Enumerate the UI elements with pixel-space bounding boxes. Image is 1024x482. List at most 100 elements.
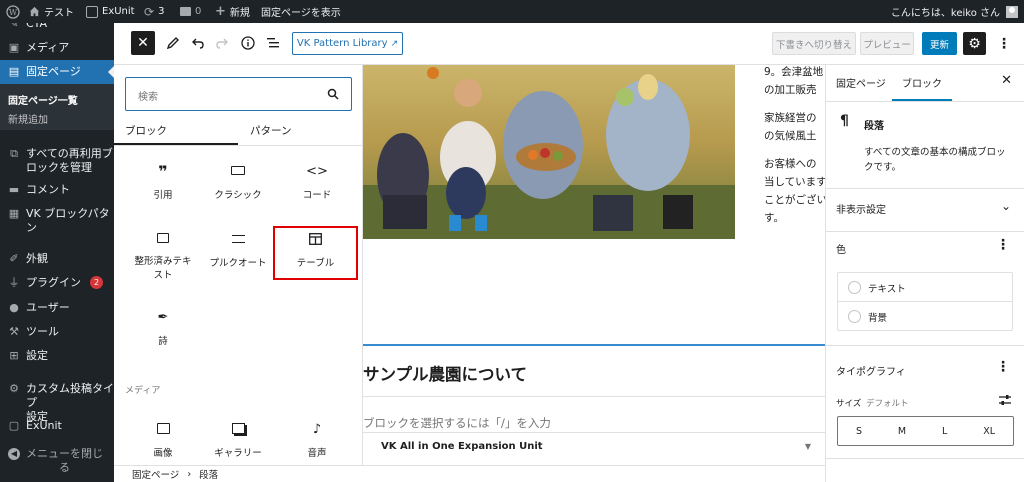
tab-block-settings[interactable]: ブロック bbox=[892, 65, 952, 101]
sidebar-item-pages[interactable]: ▤ 固定ページ bbox=[0, 60, 114, 84]
exunit-link[interactable]: ExUnit bbox=[86, 0, 135, 23]
sidebar-item-settings[interactable]: ⊞ 設定 bbox=[0, 349, 114, 363]
block-label: 詩 bbox=[158, 336, 168, 347]
hidden-settings-title: 非表示設定 bbox=[836, 205, 886, 216]
redo-button[interactable] bbox=[210, 31, 234, 55]
updates-count: 3 bbox=[158, 6, 165, 17]
sidebar-item-cta[interactable]: ✎ CTA bbox=[0, 23, 114, 35]
sidebar-item-users[interactable]: ● ユーザー bbox=[0, 301, 114, 315]
settings-toggle-button[interactable]: ⚙ bbox=[963, 32, 986, 55]
font-size-label: サイズ デフォルト bbox=[836, 397, 908, 409]
block-quote[interactable]: ❞ 引用 bbox=[123, 164, 203, 202]
comment-icon bbox=[180, 7, 191, 16]
sidebar-item-exunit[interactable]: ▢ ExUnit bbox=[0, 419, 114, 433]
sidebar-item-plugins[interactable]: ⏚ プラグイン 2 bbox=[0, 276, 114, 290]
size-option-xl[interactable]: XL bbox=[983, 426, 995, 437]
sidebar-item-custom-post[interactable]: ⚙ カスタム投稿タイプ 設定 bbox=[0, 382, 114, 423]
vk-pattern-library-button[interactable]: VK Pattern Library ↗ bbox=[292, 32, 403, 55]
switch-to-draft-button[interactable]: 下書きへ切り替え bbox=[772, 32, 856, 55]
paragraph-line: 当しています bbox=[764, 176, 825, 188]
block-label: ギャラリー bbox=[214, 448, 262, 459]
block-classic[interactable]: クラシック bbox=[198, 165, 278, 201]
update-button[interactable]: 更新 bbox=[922, 32, 957, 55]
list-view-button[interactable] bbox=[261, 31, 285, 55]
color-panel-title: 色 bbox=[836, 245, 846, 256]
greeting[interactable]: こんにちは、keiko さん bbox=[891, 0, 1000, 23]
sidebar-item-vk-patterns[interactable]: ▦ VK ブロックパタン bbox=[0, 207, 114, 235]
sidebar-item-media[interactable]: ▣ メディア bbox=[0, 39, 114, 59]
gear-icon: ⚙ bbox=[968, 35, 981, 52]
sidebar-item-appearance[interactable]: ✐ 外観 bbox=[0, 252, 114, 266]
undo-button[interactable] bbox=[186, 31, 210, 55]
greeting-label: こんにちは、keiko さん bbox=[890, 8, 1000, 19]
color-text-item[interactable]: テキスト bbox=[838, 273, 1012, 302]
details-button[interactable] bbox=[236, 31, 260, 55]
close-inserter-button[interactable]: ✕ bbox=[131, 31, 155, 55]
custom-size-button[interactable] bbox=[998, 393, 1012, 410]
view-page-link[interactable]: 固定ページを表示 bbox=[261, 0, 341, 23]
sidebar-item-label: 固定ページ bbox=[26, 65, 81, 78]
tab-page-settings[interactable]: 固定ページ bbox=[836, 75, 886, 90]
block-table[interactable]: テーブル bbox=[273, 226, 358, 280]
options-button[interactable]: ⋮ bbox=[992, 32, 1016, 55]
block-gallery[interactable]: ギャラリー bbox=[198, 423, 278, 459]
breadcrumb-item-paragraph[interactable]: 段落 bbox=[199, 467, 218, 481]
site-name-link[interactable]: テスト bbox=[29, 0, 74, 23]
block-label: 整形済みテキスト bbox=[134, 256, 192, 281]
submenu-add-new[interactable]: 新規追加 bbox=[8, 111, 48, 126]
block-appender[interactable]: ブロックを選択するには「/」を入力 bbox=[363, 415, 551, 431]
block-code[interactable]: <> コード bbox=[277, 165, 357, 202]
edit-tool-button[interactable] bbox=[161, 31, 185, 55]
media-category-heading: メディア bbox=[125, 386, 161, 396]
search-icon bbox=[327, 88, 339, 100]
block-search-input[interactable]: 検索 bbox=[125, 77, 352, 111]
new-content-link[interactable]: + 新規 bbox=[215, 0, 250, 23]
color-background-item[interactable]: 背景 bbox=[838, 302, 1012, 331]
block-preformatted[interactable]: 整形済みテキスト bbox=[123, 233, 203, 283]
updates-link[interactable]: ⟳ 3 bbox=[144, 0, 164, 23]
block-audio[interactable]: ♪ 音声 bbox=[277, 423, 357, 460]
vk-expansion-panel[interactable]: VK All in One Expansion Unit ▼ bbox=[363, 432, 825, 465]
size-option-s[interactable]: S bbox=[856, 426, 862, 437]
admin-bar: W テスト ExUnit ⟳ 3 0 + 新規 固定ページを表示 こんにちは、k… bbox=[0, 0, 1024, 23]
paragraph-right-column[interactable]: 9。会津盆地 の加工販売 家族経営の の気候風土 お客様への 当しています こと… bbox=[764, 65, 825, 227]
comments-link[interactable]: 0 bbox=[180, 0, 201, 23]
section-heading[interactable]: サンプル農園について bbox=[363, 361, 527, 385]
color-options-button[interactable]: ⋮ bbox=[996, 237, 1010, 253]
tab-patterns[interactable]: パターン bbox=[238, 119, 362, 145]
breadcrumb-item-page[interactable]: 固定ページ bbox=[132, 467, 179, 481]
block-pullquote[interactable]: プルクオート bbox=[198, 233, 278, 269]
block-label: 引用 bbox=[153, 190, 173, 201]
collapse-menu-button[interactable]: ◀ メニューを閉じる bbox=[0, 447, 114, 477]
sidebar-item-tools[interactable]: ⚒ ツール bbox=[0, 325, 114, 339]
tab-blocks[interactable]: ブロック bbox=[114, 119, 238, 145]
paragraph-line: す。 bbox=[764, 212, 784, 224]
preview-button[interactable]: プレビュー bbox=[860, 32, 914, 55]
block-image[interactable]: 画像 bbox=[123, 423, 203, 459]
color-swatch-icon bbox=[848, 310, 861, 323]
submenu-pages-list[interactable]: 固定ページ一覧 bbox=[8, 92, 78, 107]
grid-icon: ▦ bbox=[8, 207, 20, 220]
size-option-m[interactable]: M bbox=[898, 426, 906, 437]
sidebar-item-reusable[interactable]: ⧉ すべての再利用ブ ロックを管理 bbox=[0, 147, 114, 175]
reusable-icon: ⧉ bbox=[10, 147, 18, 160]
sidebar-item-comments[interactable]: ▬ コメント bbox=[0, 183, 114, 197]
sidebar-item-label: メディア bbox=[26, 41, 70, 54]
editor-toolbar: ✕ VK Pattern Library ↗ 下書きへ切り替え プレビュー 更新… bbox=[114, 23, 1024, 65]
color-text-label: テキスト bbox=[868, 284, 906, 295]
gear-icon: ⚙ bbox=[9, 382, 19, 395]
exunit-icon: ▢ bbox=[8, 419, 20, 432]
size-option-l[interactable]: L bbox=[942, 426, 947, 437]
section-divider bbox=[363, 344, 825, 346]
sidebar-item-label: プラグイン bbox=[26, 276, 81, 289]
block-verse[interactable]: ✒ 詩 bbox=[123, 311, 203, 348]
wordpress-logo-icon[interactable]: W bbox=[6, 0, 20, 23]
hidden-settings-panel[interactable]: 非表示設定 ⌄ bbox=[826, 189, 1024, 231]
avatar[interactable] bbox=[1006, 0, 1018, 23]
typography-options-button[interactable]: ⋮ bbox=[996, 359, 1010, 375]
paragraph-line: の気候風土 bbox=[764, 130, 817, 142]
farm-family-image[interactable] bbox=[363, 65, 735, 239]
close-settings-button[interactable]: ✕ bbox=[1001, 73, 1012, 88]
comment-icon: ▬ bbox=[8, 183, 20, 196]
tab-block-label: ブロック bbox=[902, 79, 942, 90]
